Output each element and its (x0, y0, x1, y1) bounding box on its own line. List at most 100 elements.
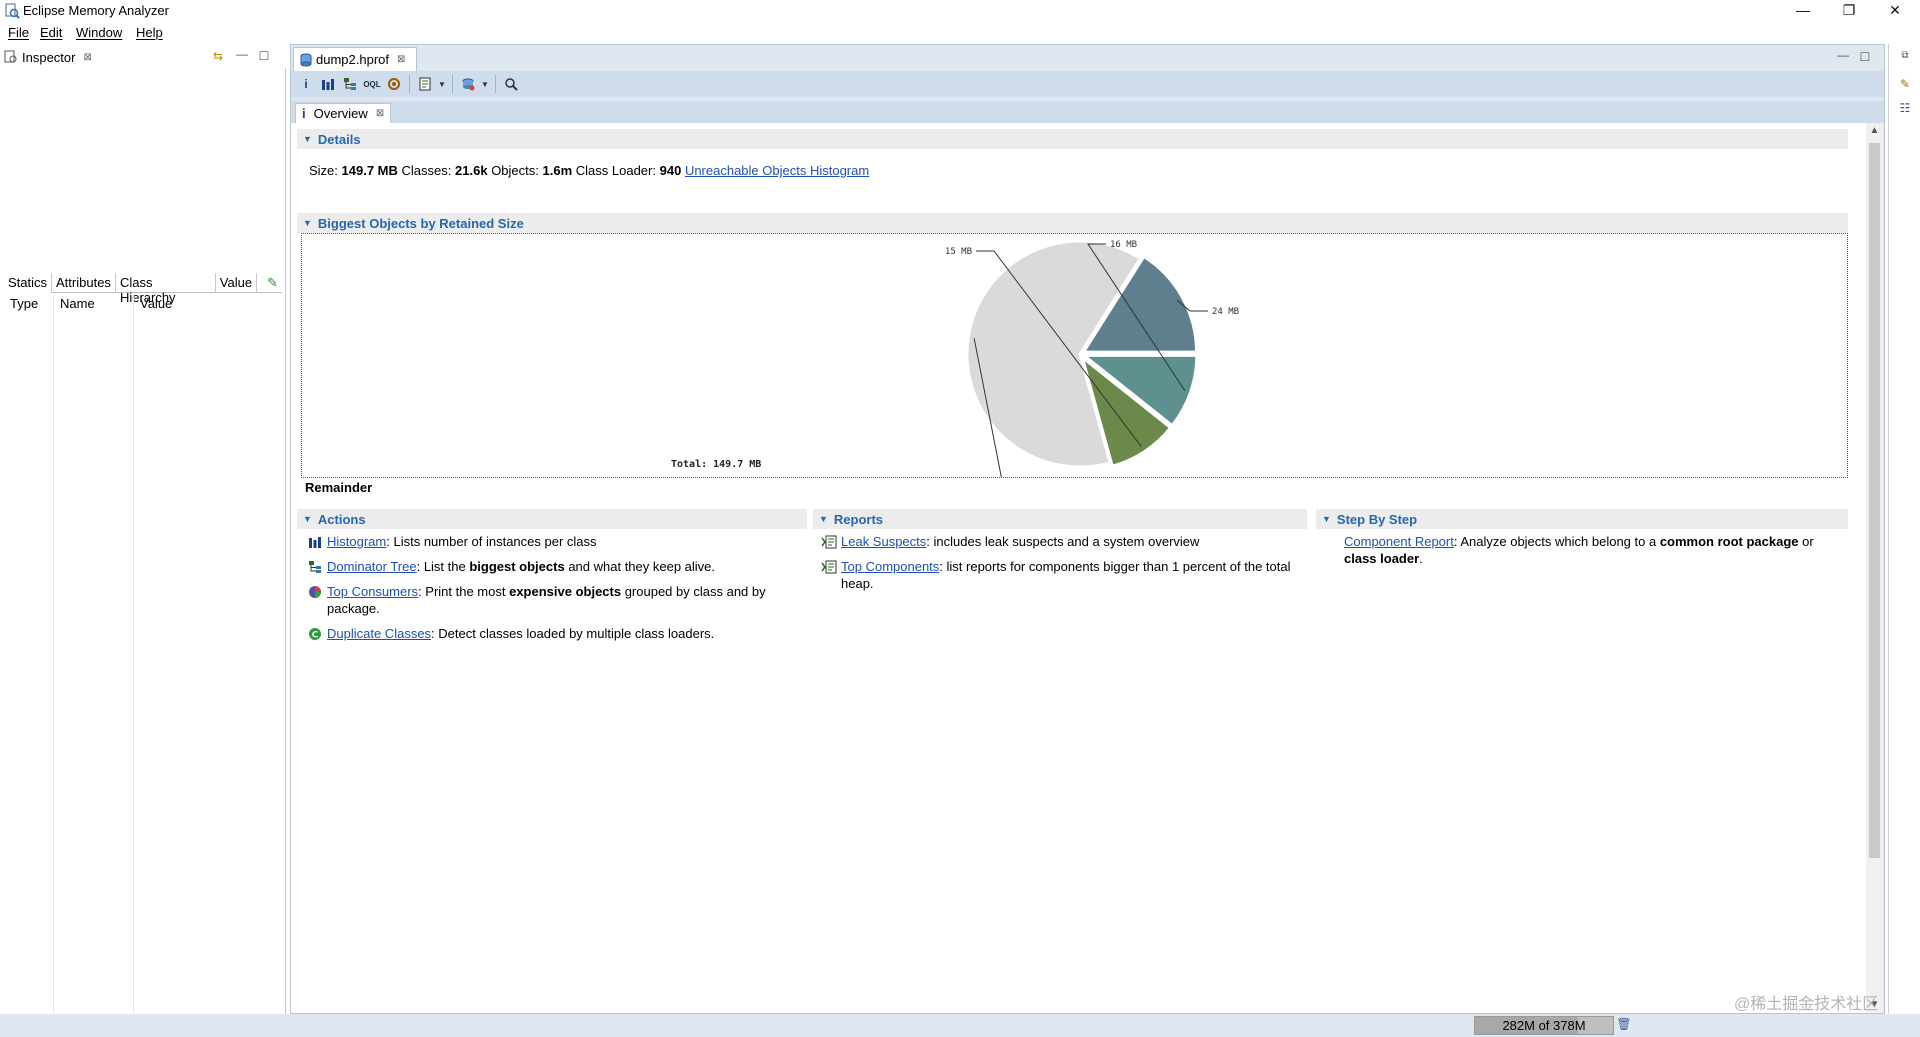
oql-icon[interactable]: OQL (363, 75, 381, 93)
biggest-objects-header-label: Biggest Objects by Retained Size (317, 215, 524, 231)
list-item: Histogram: Lists number of instances per… (307, 533, 797, 550)
step-by-step-header-label: Step By Step (1336, 511, 1418, 527)
pie-chart-svg: 24 MB94.7 MB15 MB16 MBTotal: 149.7 MB (671, 239, 1239, 477)
pie-slice-label: 24 MB (1212, 307, 1239, 317)
objects-value: 1.6m (542, 163, 573, 178)
link-with-editor-icon[interactable]: ⇆ (210, 48, 226, 64)
tab-attributes[interactable]: Attributes (52, 273, 116, 293)
chevron-down-icon: ▼ (303, 218, 312, 228)
duplicate-classes-desc: : Detect classes loaded by multiple clas… (431, 626, 715, 641)
threads-icon[interactable] (385, 75, 403, 93)
top-components-link[interactable]: Top Components (841, 559, 939, 574)
details-summary: Size: 149.7 MB Classes: 21.6k Objects: 1… (309, 163, 869, 178)
maximize-editor-icon[interactable]: ☐ (1857, 49, 1873, 65)
dominator-tree-icon[interactable] (341, 75, 359, 93)
title-bar: Eclipse Memory Analyzer — ❐ ✕ (0, 0, 1920, 22)
tab-overview[interactable]: i Overview ⊠ (295, 103, 391, 123)
garbage-collect-icon[interactable]: 🗑 (1616, 1017, 1632, 1034)
scroll-up-icon[interactable]: ▲ (1866, 123, 1883, 139)
chevron-down-icon: ▼ (303, 134, 312, 144)
top-consumers-link[interactable]: Top Consumers (327, 584, 418, 599)
reports-list: Leak Suspects: includes leak suspects an… (821, 533, 1301, 600)
report-icon (821, 534, 837, 550)
tab-statics[interactable]: Statics (4, 273, 53, 293)
heap-status-label: 282M of 378M (1502, 1018, 1586, 1033)
heap-status[interactable]: 282M of 378M (1474, 1016, 1614, 1035)
classloader-value: 940 (659, 163, 682, 178)
actions-list: Histogram: Lists number of instances per… (307, 533, 797, 650)
column-name[interactable]: Name (54, 296, 134, 316)
details-section-header[interactable]: ▼ Details (297, 129, 1848, 149)
tab-class-hierarchy[interactable]: Class Hierarchy (116, 273, 216, 305)
duplicate-classes-icon: C (307, 626, 323, 642)
biggest-objects-section-header[interactable]: ▼ Biggest Objects by Retained Size (297, 213, 1848, 233)
list-item: C Duplicate Classes: Detect classes load… (307, 625, 797, 642)
component-report-bold-1: common root package (1659, 534, 1799, 549)
search-icon[interactable] (502, 75, 520, 93)
close-icon[interactable]: ⊠ (83, 52, 91, 63)
histogram-icon[interactable] (319, 75, 337, 93)
navigation-history-icon[interactable]: ☷ (1897, 100, 1913, 116)
reports-section-header[interactable]: ▼ Reports (813, 509, 1307, 529)
inspector-icon (4, 50, 17, 63)
top-consumers-icon (307, 584, 323, 600)
dominator-tree-link[interactable]: Dominator Tree (327, 559, 417, 574)
editor-area: dump2.hprof ⊠ — ☐ i OQL ▼ ▼ i Overview ⊠… (290, 44, 1885, 1014)
dominator-tree-icon (307, 559, 323, 575)
window-title: Eclipse Memory Analyzer (23, 3, 169, 18)
toolbar-separator (409, 75, 410, 93)
tab-value[interactable]: Value (216, 273, 258, 293)
close-icon[interactable]: ⊠ (397, 54, 405, 65)
minimize-view-icon[interactable]: — (234, 46, 250, 62)
toolbar-separator (495, 75, 496, 93)
component-report-desc-end: . (1419, 551, 1423, 566)
vertical-scrollbar[interactable]: ▲ ▼ (1866, 123, 1883, 1013)
query-browser-icon[interactable] (459, 75, 477, 93)
info-icon[interactable]: i (297, 75, 315, 93)
minimize-button[interactable]: — (1780, 0, 1826, 22)
step-by-step-section-header[interactable]: ▼ Step By Step (1316, 509, 1848, 529)
editor-toolbar: i OQL ▼ ▼ (291, 71, 1884, 97)
column-divider (53, 296, 54, 1036)
biggest-objects-chart: 24 MB94.7 MB15 MB16 MBTotal: 149.7 MB (301, 233, 1848, 478)
list-item: Leak Suspects: includes leak suspects an… (821, 533, 1301, 550)
menu-help[interactable]: Help (136, 25, 163, 40)
maximize-view-icon[interactable]: ☐ (256, 48, 272, 64)
size-value: 149.7 MB (341, 163, 398, 178)
run-report-icon[interactable] (416, 75, 434, 93)
inspector-tab-label: Inspector (22, 49, 76, 65)
restore-view-icon[interactable]: ⧉ (1897, 48, 1913, 64)
column-type[interactable]: Type (4, 296, 54, 316)
chevron-down-icon: ▼ (303, 514, 312, 524)
scrollbar-thumb[interactable] (1869, 143, 1880, 858)
list-item: Top Components: list reports for compone… (821, 558, 1301, 592)
unreachable-objects-histogram-link[interactable]: Unreachable Objects Histogram (685, 163, 869, 178)
inspector-view-tab[interactable]: Inspector ⊠ (4, 48, 92, 66)
details-header-label: Details (317, 131, 361, 147)
inspector-tabbar: Inspector ⊠ ⇆ — ☐ (0, 44, 286, 68)
menu-file[interactable]: File (8, 25, 29, 40)
pin-icon[interactable]: ✎ (257, 273, 282, 293)
restore-button[interactable]: ❐ (1826, 0, 1872, 22)
close-button[interactable]: ✕ (1872, 0, 1918, 22)
notes-icon[interactable]: ✎ (1897, 76, 1913, 92)
chevron-down-icon[interactable]: ▼ (438, 80, 446, 89)
actions-section-header[interactable]: ▼ Actions (297, 509, 807, 529)
minimize-editor-icon[interactable]: — (1835, 47, 1851, 63)
list-item: Top Consumers: Print the most expensive … (307, 583, 797, 617)
info-icon: i (302, 106, 306, 121)
overview-content: ▼ Details Size: 149.7 MB Classes: 21.6k … (291, 123, 1866, 1013)
chart-caption: Remainder (305, 480, 373, 495)
column-value[interactable]: Value (134, 296, 234, 316)
component-report-link[interactable]: Component Report (1344, 534, 1454, 549)
histogram-link[interactable]: Histogram (327, 534, 386, 549)
leak-suspects-link[interactable]: Leak Suspects (841, 534, 926, 549)
component-report-desc: : Analyze objects which belong to a (1453, 534, 1660, 549)
chevron-down-icon[interactable]: ▼ (481, 80, 489, 89)
duplicate-classes-link[interactable]: Duplicate Classes (327, 626, 431, 641)
menu-window[interactable]: Window (76, 25, 122, 40)
close-icon[interactable]: ⊠ (376, 108, 384, 119)
menu-edit[interactable]: Edit (40, 25, 62, 40)
editor-tab-dump[interactable]: dump2.hprof ⊠ (293, 47, 417, 71)
inspector-tabs: Statics Attributes Class Hierarchy Value… (4, 273, 282, 305)
